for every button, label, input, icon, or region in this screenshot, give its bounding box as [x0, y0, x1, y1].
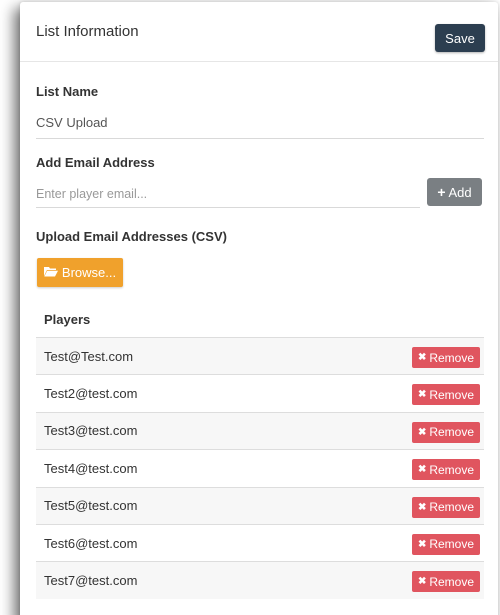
players-label: Players [44, 312, 91, 327]
table-row: Test3@test.com ✖ Remove [36, 411, 484, 450]
add-email-label: Add Email Address [36, 155, 155, 170]
browse-button[interactable]: Browse... [37, 258, 123, 287]
x-icon: ✖ [417, 352, 427, 363]
x-icon: ✖ [417, 576, 427, 588]
remove-button[interactable]: ✖ Remove [412, 347, 480, 368]
table-row: Test4@test.com ✖ Remove [36, 449, 484, 486]
table-row: Test5@test.com ✖ Remove [36, 486, 484, 524]
player-email: Test@Test.com [44, 348, 134, 364]
x-icon: ✖ [417, 538, 427, 550]
remove-button-label: Remove [429, 425, 475, 440]
upload-csv-label: Upload Email Addresses (CSV) [36, 229, 227, 244]
remove-button[interactable]: ✖ Remove [412, 571, 480, 593]
save-button[interactable]: Save [435, 24, 485, 52]
x-icon: ✖ [417, 501, 427, 513]
table-row: Test@Test.com ✖ Remove [36, 337, 484, 375]
browse-button-label: Browse... [61, 265, 117, 280]
remove-button-label: Remove [429, 350, 475, 365]
add-button-label: Add [448, 184, 472, 200]
player-email: Test5@test.com [44, 498, 138, 514]
remove-button[interactable]: ✖ Remove [412, 533, 480, 555]
remove-button-label: Remove [429, 574, 475, 589]
player-email: Test3@test.com [44, 423, 138, 439]
player-email: Test2@test.com [44, 386, 138, 402]
plus-icon: + [437, 184, 446, 200]
player-email: Test4@test.com [44, 460, 138, 476]
table-row: Test2@test.com ✖ Remove [36, 374, 484, 411]
remove-button[interactable]: ✖ Remove [412, 421, 480, 443]
players-table: Test@Test.com ✖ Remove Test2@test.com ✖ Remov… [36, 337, 484, 599]
folder-open-icon [43, 265, 58, 280]
x-icon: ✖ [417, 426, 427, 438]
panel-header: List Information Save [20, 2, 498, 62]
remove-button[interactable]: ✖ Remove [412, 384, 480, 406]
list-information-panel: List Information Save List Name CSV Uplo… [20, 2, 498, 615]
remove-button[interactable]: ✖ Remove [412, 496, 480, 518]
x-icon: ✖ [417, 464, 427, 476]
email-input[interactable] [36, 180, 420, 208]
remove-button[interactable]: ✖ Remove [412, 459, 480, 481]
remove-button-label: Remove [429, 500, 475, 515]
remove-button-label: Remove [429, 387, 475, 402]
table-row: Test6@test.com ✖ Remove [36, 523, 484, 561]
x-icon: ✖ [417, 389, 427, 401]
table-row: Test7@test.com ✖ Remove [36, 561, 484, 599]
list-name-value[interactable]: CSV Upload [36, 115, 108, 130]
player-email: Test7@test.com [44, 573, 138, 589]
panel-title: List Information [36, 23, 139, 40]
list-name-underline [36, 138, 484, 139]
add-email-button[interactable]: + Add [427, 178, 482, 206]
list-name-label: List Name [36, 84, 99, 99]
remove-button-label: Remove [429, 462, 475, 477]
remove-button-label: Remove [429, 537, 475, 552]
player-email: Test6@test.com [44, 535, 138, 551]
